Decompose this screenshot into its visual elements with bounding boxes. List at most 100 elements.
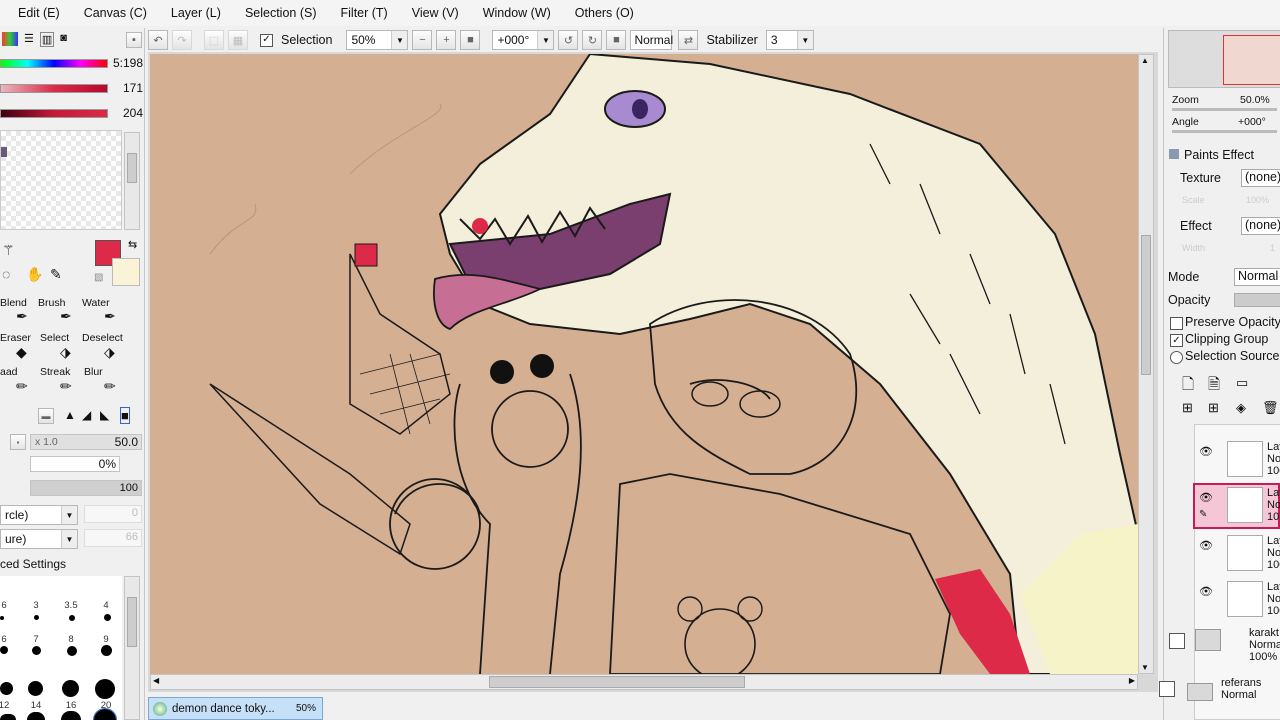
menu-window[interactable]: Window (W)	[475, 6, 559, 20]
new-folder-icon[interactable]: ▭	[1236, 375, 1248, 391]
layer-item[interactable]: 👁 Lay Nor 100	[1195, 439, 1280, 481]
preset-dot[interactable]	[28, 681, 43, 696]
rotate-reset-icon[interactable]: ■	[606, 30, 627, 50]
blend-icon[interactable]: ✒	[16, 308, 28, 325]
scroll-left-icon[interactable]: ◀	[153, 676, 159, 685]
brush-icon[interactable]: ✒	[60, 308, 72, 325]
advanced-settings-label[interactable]: ced Settings	[0, 557, 66, 571]
settings-icon[interactable]: ▬	[38, 408, 54, 424]
eyedropper-icon[interactable]: ✎	[50, 266, 62, 283]
document-tab[interactable]: demon dance toky... 50%	[148, 697, 323, 720]
hand-icon[interactable]: ✋	[26, 266, 43, 283]
eye-icon[interactable]: 👁	[1199, 491, 1213, 504]
clear-layer-icon[interactable]: ◈	[1236, 400, 1246, 416]
streak-icon[interactable]: ✏	[60, 378, 72, 395]
tool-pencil-label[interactable]: aad	[0, 366, 18, 378]
eraser-icon[interactable]: ◆	[16, 344, 27, 361]
eye-icon[interactable]: 👁	[1199, 539, 1213, 552]
delete-layer-icon[interactable]: 🗑	[1262, 400, 1279, 416]
angle-slider[interactable]	[1172, 130, 1277, 133]
hsv-slider-icon[interactable]: ▥	[39, 32, 55, 47]
preset-dot[interactable]	[0, 714, 16, 720]
layer-item[interactable]: 👁 Lay Nor 100	[1195, 533, 1280, 575]
preset-dot[interactable]	[101, 645, 112, 656]
presets-scrollbar[interactable]	[124, 576, 140, 720]
effect-combo[interactable]: (none)	[1241, 217, 1280, 235]
preset-dot[interactable]	[69, 615, 75, 621]
select-icon[interactable]: ⬗	[60, 344, 71, 361]
transfer-down-icon[interactable]: ⊞	[1182, 400, 1193, 416]
swap-colors-icon[interactable]: ⇆	[128, 238, 137, 251]
preset-dot[interactable]	[32, 646, 41, 655]
layer-item-selected[interactable]: 👁 ✎ Lay No 10	[1193, 483, 1280, 529]
redo-icon[interactable]: ↷	[172, 30, 192, 50]
brush-lock-icon[interactable]: ✎	[1199, 509, 1207, 520]
brush-tip-hard-icon[interactable]: ◣	[100, 408, 109, 422]
saturation-slider[interactable]: 171	[0, 79, 145, 99]
rotate-right-icon[interactable]: ↻	[582, 30, 603, 50]
deselect-icon[interactable]: ⬗	[104, 344, 115, 361]
menu-filter[interactable]: Filter (T)	[333, 6, 396, 20]
canvas-vertical-scrollbar[interactable]: ▲ ▼	[1138, 54, 1154, 674]
folder-visibility-checkbox[interactable]	[1169, 633, 1185, 649]
paints-effect-collapse-icon[interactable]	[1169, 149, 1179, 159]
preset-dot[interactable]	[34, 615, 39, 620]
tool-eraser-label[interactable]: Eraser	[0, 332, 31, 344]
preset-dot[interactable]	[0, 616, 4, 620]
brush-tip-soft-icon[interactable]: ◢	[82, 408, 91, 422]
preset-dot[interactable]	[0, 646, 8, 654]
navigator-preview[interactable]	[1168, 30, 1280, 88]
secondary-color-swatch[interactable]	[112, 258, 140, 286]
invert-selection-icon[interactable]: ▦	[228, 30, 248, 50]
brush-texture-combo[interactable]: ure) ▼	[0, 529, 78, 549]
brush-shape-combo[interactable]: rcle) ▼	[0, 505, 78, 525]
preset-dot[interactable]	[104, 614, 111, 621]
opacity-slider[interactable]	[1234, 293, 1280, 307]
brush-tip-round-icon[interactable]: ▲	[64, 408, 76, 422]
menu-others[interactable]: Others (O)	[567, 6, 642, 20]
folder-item[interactable]: referans Normal	[1159, 675, 1280, 717]
blur-icon[interactable]: ✏	[104, 378, 116, 395]
panel-toggle-icon[interactable]: ▪	[126, 32, 142, 48]
lasso-icon[interactable]: ◌	[2, 266, 10, 282]
zoom-reset-icon[interactable]: ■	[460, 30, 481, 50]
eye-icon[interactable]: 👁	[1199, 445, 1213, 458]
folder-item[interactable]: karakt Norma 100%	[1165, 625, 1280, 667]
size-lock-icon[interactable]: ▪	[10, 434, 26, 450]
preset-dot[interactable]	[61, 711, 81, 720]
clipping-group-checkbox[interactable]: ✓	[1170, 334, 1183, 347]
preset-dot[interactable]	[0, 682, 13, 695]
hue-slider[interactable]: 5:198	[0, 54, 145, 74]
rgb-slider-icon[interactable]: ☰	[24, 32, 34, 47]
selection-source-checkbox[interactable]	[1170, 351, 1183, 364]
magic-wand-icon[interactable]: ⚚	[2, 242, 15, 259]
min-size-slider[interactable]: 0%	[30, 456, 120, 472]
layer-item[interactable]: 👁 Lay Nor 100	[1195, 579, 1280, 621]
scroll-thumb[interactable]	[489, 676, 745, 688]
size-slider[interactable]: x 1.0 50.0	[30, 434, 142, 450]
preset-dot[interactable]	[95, 679, 115, 699]
preset-dot[interactable]	[62, 680, 79, 697]
tool-deselect-label[interactable]: Deselect	[82, 332, 123, 344]
preset-dot[interactable]	[27, 712, 45, 720]
scratchpad-scrollbar[interactable]	[124, 132, 140, 230]
brush-tip-square-icon[interactable]: ■	[120, 407, 130, 424]
value-slider[interactable]: 204	[0, 104, 145, 124]
undo-icon[interactable]: ↶	[148, 30, 168, 50]
new-layer-icon[interactable]: 🗋	[1182, 374, 1194, 399]
swatch-icon[interactable]: ◙	[60, 32, 67, 47]
scroll-down-icon[interactable]: ▼	[1141, 663, 1149, 672]
scroll-right-icon[interactable]: ▶	[1129, 676, 1135, 685]
zoom-out-icon[interactable]: −	[412, 30, 433, 50]
color-wheel-icon[interactable]	[2, 32, 18, 46]
menu-layer[interactable]: Layer (L)	[163, 6, 229, 20]
water-icon[interactable]: ✒	[104, 308, 116, 325]
scratchpad[interactable]	[0, 130, 122, 230]
preserve-opacity-checkbox[interactable]	[1170, 317, 1183, 330]
transparent-color-icon[interactable]: ▧	[94, 272, 103, 283]
blend-mode-combo[interactable]: Normal	[630, 30, 673, 50]
pencil-icon[interactable]: ✏	[16, 378, 28, 395]
tool-streak-label[interactable]: Streak	[40, 366, 70, 378]
merge-down-icon[interactable]: ⊞	[1208, 400, 1219, 416]
menu-view[interactable]: View (V)	[404, 6, 467, 20]
